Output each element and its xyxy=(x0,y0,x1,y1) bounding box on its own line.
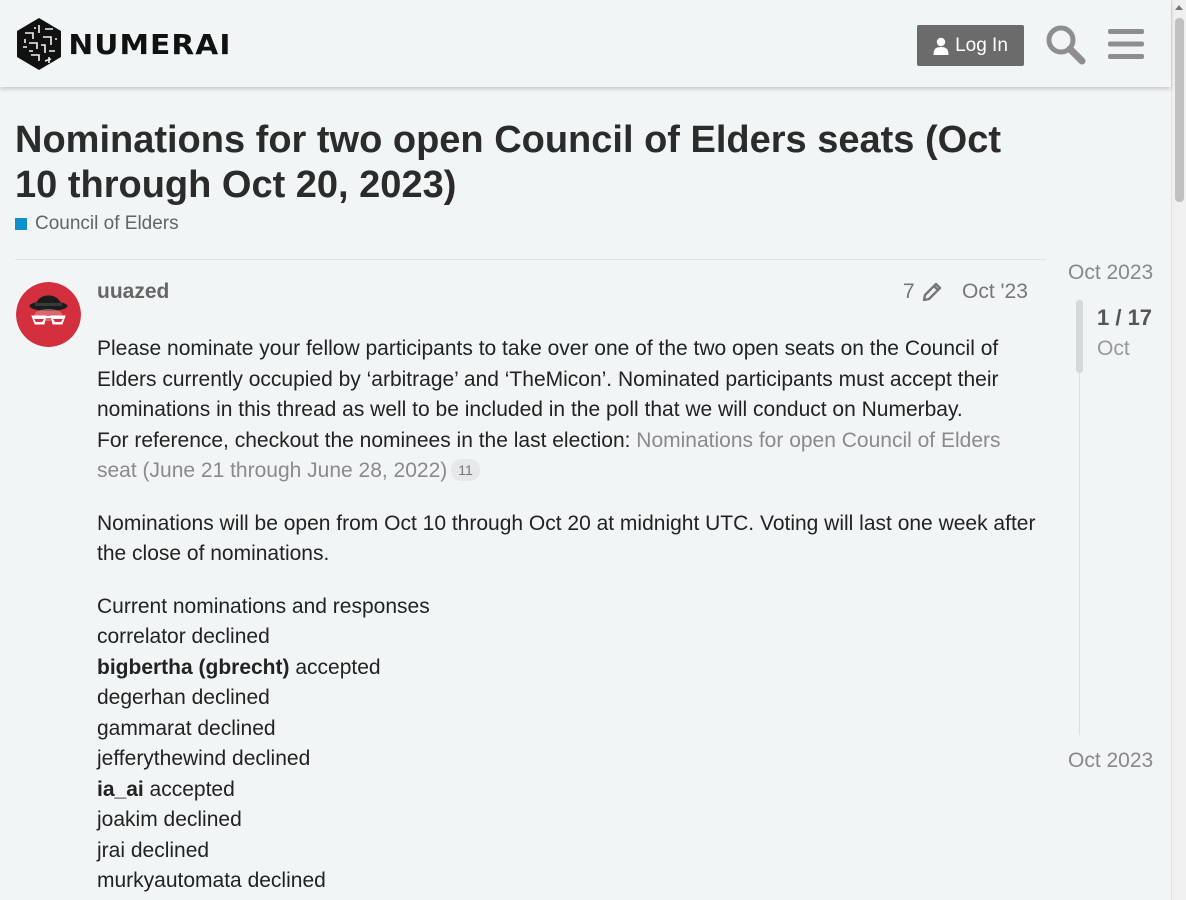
timeline-start-date[interactable]: Oct 2023 xyxy=(1068,261,1153,285)
hamburger-menu-icon[interactable] xyxy=(1106,22,1146,66)
avatar-spy-icon xyxy=(16,282,81,347)
nominee-name: degerhan xyxy=(97,686,186,709)
nominee-status: declined xyxy=(226,747,311,770)
nominations-heading: Current nominations and responses xyxy=(97,594,430,618)
scroll-up-arrow-icon[interactable] xyxy=(1175,5,1183,10)
nominations-list: Current nominations and responses correl… xyxy=(97,592,1037,897)
category-label: Council of Elders xyxy=(35,213,179,234)
page-scrollbar[interactable] xyxy=(1171,0,1186,900)
nominee-name: correlator xyxy=(97,625,186,648)
nominee-status: declined xyxy=(125,838,210,862)
nominee-status: declined xyxy=(157,808,242,831)
list-item: jefferythewind declined xyxy=(97,744,1037,775)
list-item: bigbertha (gbrecht) accepted xyxy=(97,653,1037,684)
timeline-position-date: Oct xyxy=(1097,337,1130,360)
edit-count: 7 xyxy=(903,280,915,303)
nominee-name: ia_ai xyxy=(97,777,144,801)
list-item: gammarat declined xyxy=(97,714,1037,745)
nominee-status: declined xyxy=(241,869,326,892)
logo-text: NUMERAI xyxy=(68,27,232,61)
category-link[interactable]: Council of Elders xyxy=(15,213,179,235)
title-divider xyxy=(15,259,1046,260)
login-button[interactable]: Log In xyxy=(917,25,1024,66)
nominee-name: gammarat xyxy=(97,716,192,740)
list-item: joakim declined xyxy=(97,805,1037,836)
timeline-position: 1 / 17 xyxy=(1097,305,1153,330)
nominee-status: accepted xyxy=(289,655,381,679)
nominee-name: murkyautomata xyxy=(97,869,242,892)
login-label: Log In xyxy=(955,34,1008,56)
numerai-logo[interactable]: NUMERAI xyxy=(15,17,230,71)
nominee-status: declined xyxy=(191,716,276,740)
list-item: degerhan declined xyxy=(97,683,1037,714)
scroll-thumb[interactable] xyxy=(1175,18,1184,202)
nominee-name: jefferythewind xyxy=(97,747,227,770)
post-intro-paragraph: Please nominate your fellow participants… xyxy=(97,334,1037,487)
list-item: ia_ai accepted xyxy=(97,775,1037,806)
user-icon xyxy=(933,37,949,55)
timeline-scroll-handle[interactable] xyxy=(1076,300,1083,373)
avatar[interactable] xyxy=(16,282,81,347)
list-item: murkyautomata declined xyxy=(97,866,1037,897)
category-badge xyxy=(15,218,27,230)
post-body: Please nominate your fellow participants… xyxy=(97,334,1037,897)
link-click-count: 11 xyxy=(451,459,480,481)
schedule-paragraph: Nominations will be open from Oct 10 thr… xyxy=(97,511,1036,566)
nominee-name: jrai xyxy=(97,838,126,862)
list-item: jrai declined xyxy=(97,836,1037,867)
post-username[interactable]: uuazed xyxy=(97,280,169,304)
nominee-name: joakim xyxy=(97,808,158,831)
post-intro: Please nominate your fellow participants… xyxy=(97,337,999,421)
site-header: NUMERAI Log In xyxy=(0,0,1171,87)
nominee-name: bigbertha (gbrecht) xyxy=(97,655,290,679)
nominee-status: accepted xyxy=(143,777,235,801)
numerai-logo-icon xyxy=(17,18,61,70)
topic-title[interactable]: Nominations for two open Council of Elde… xyxy=(15,118,1045,208)
search-icon[interactable] xyxy=(1043,22,1087,66)
post-date[interactable]: Oct '23 xyxy=(962,280,1028,304)
nominee-status: declined xyxy=(185,625,270,648)
pencil-icon xyxy=(922,282,941,302)
reference-prefix: For reference, checkout the nominees in … xyxy=(97,428,637,452)
nominee-status: declined xyxy=(185,686,270,709)
list-item: correlator declined xyxy=(97,622,1037,653)
edit-history[interactable]: 7 xyxy=(903,280,943,304)
timeline-end-date[interactable]: Oct 2023 xyxy=(1068,749,1153,773)
